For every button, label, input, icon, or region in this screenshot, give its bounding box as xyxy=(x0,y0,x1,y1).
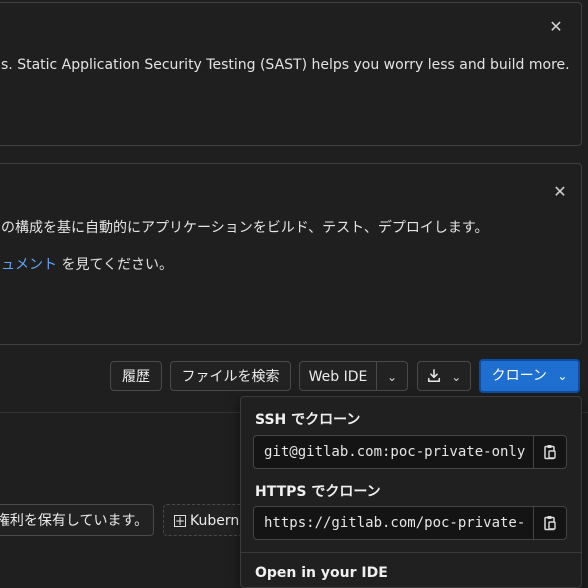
ssh-url-input[interactable] xyxy=(254,436,536,468)
web-ide-button[interactable]: Web IDE xyxy=(299,361,377,391)
close-icon[interactable]: ✕ xyxy=(551,183,569,201)
copy-ssh-button[interactable] xyxy=(533,436,566,468)
history-label: 履歴 xyxy=(122,369,150,385)
web-ide-label: Web IDE xyxy=(308,369,368,385)
download-button[interactable]: ⌄ xyxy=(417,361,471,391)
chevron-down-icon: ⌄ xyxy=(451,370,462,384)
license-text: 権利を保有しています。 xyxy=(0,513,149,529)
clone-dropdown: SSH でクローン HTTPS でクローン Open in your IDE xyxy=(240,396,582,588)
close-icon[interactable]: ✕ xyxy=(547,18,565,36)
autodevops-banner-text: の構成を基に自動的にアプリケーションをビルド、テスト、デプロイします。 xyxy=(1,220,489,236)
find-file-button[interactable]: ファイルを検索 xyxy=(170,361,291,391)
copy-https-button[interactable] xyxy=(533,507,566,539)
ssh-clone-field xyxy=(253,435,567,469)
https-clone-field xyxy=(253,506,567,540)
autodevops-doc-line: ュメント を見てください。 xyxy=(1,254,173,274)
clipboard-icon xyxy=(544,445,556,460)
chevron-down-icon: ⌄ xyxy=(557,369,568,383)
kubernetes-label: Kubern xyxy=(190,513,240,529)
sast-banner: ✕ s. Static Application Security Testing… xyxy=(0,2,582,146)
license-badge[interactable]: 権利を保有しています。 xyxy=(0,504,154,536)
clone-label: クローン xyxy=(491,368,547,384)
https-clone-label: HTTPS でクローン xyxy=(255,484,381,500)
dropdown-divider xyxy=(241,552,581,553)
https-url-input[interactable] xyxy=(254,507,536,539)
download-icon xyxy=(427,369,440,383)
clone-button[interactable]: クローン ⌄ xyxy=(479,359,580,393)
history-button[interactable]: 履歴 xyxy=(110,361,162,391)
autodevops-banner: ✕ の構成を基に自動的にアプリケーションをビルド、テスト、デプロイします。 ュメ… xyxy=(0,163,582,345)
web-ide-dropdown-toggle[interactable]: ⌄ xyxy=(376,361,408,391)
doc-line-suffix: を見てください。 xyxy=(57,257,174,273)
documentation-link[interactable]: ュメント xyxy=(1,257,57,273)
plus-square-icon: + xyxy=(174,514,186,528)
find-file-label: ファイルを検索 xyxy=(181,369,280,385)
ssh-clone-label: SSH でクローン xyxy=(255,412,361,428)
clipboard-icon xyxy=(544,516,556,531)
chevron-down-icon: ⌄ xyxy=(386,370,398,384)
sast-banner-text: s. Static Application Security Testing (… xyxy=(1,57,570,73)
